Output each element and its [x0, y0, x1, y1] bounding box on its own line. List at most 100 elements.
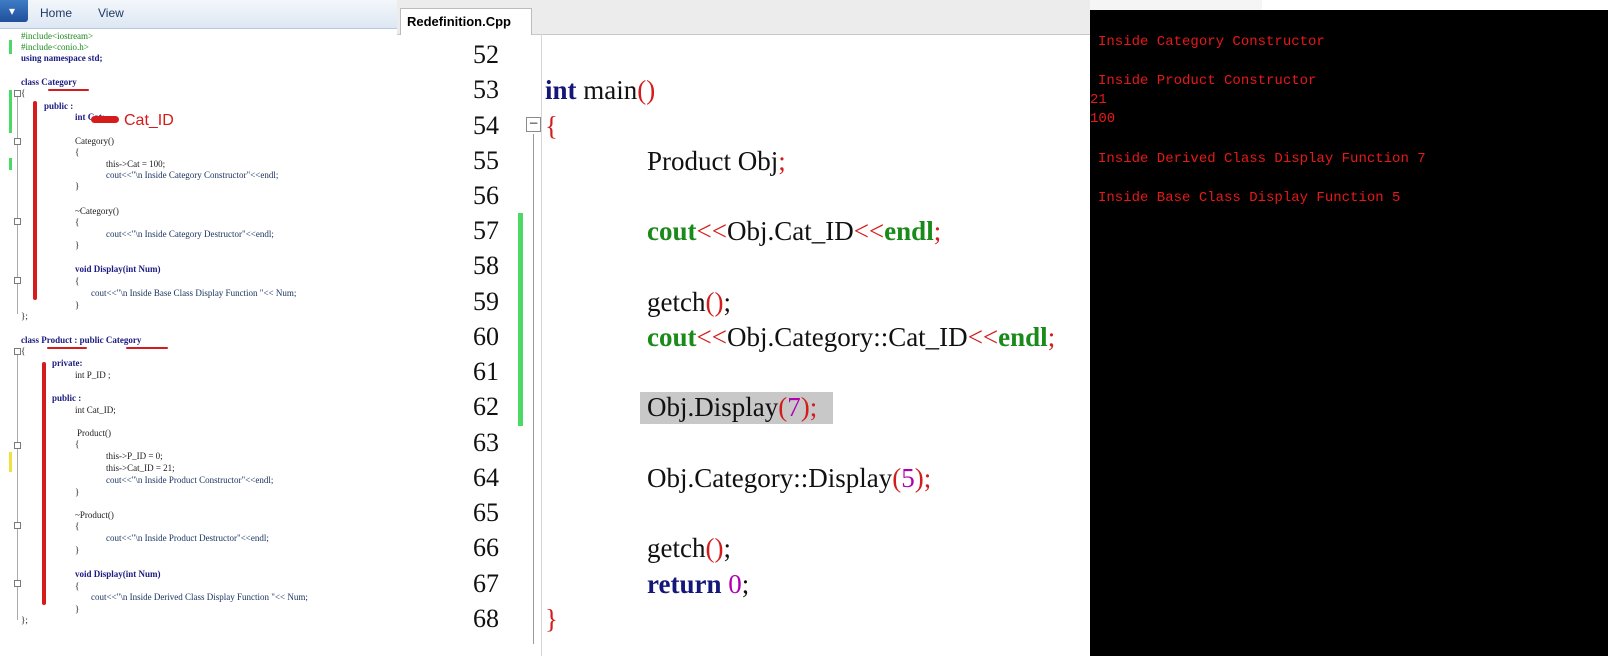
fold-toggle-icon[interactable] — [14, 442, 21, 449]
code-line: { — [75, 521, 80, 531]
line-number: 64 — [473, 463, 499, 492]
fold-toggle-icon[interactable] — [14, 218, 21, 225]
code-line-67[interactable]: return 0; — [647, 569, 749, 599]
code-line: { — [75, 581, 80, 591]
code-line: { — [21, 88, 26, 98]
fold-toggle-icon[interactable] — [14, 277, 21, 284]
code-line: { — [75, 217, 80, 227]
fold-toggle-icon[interactable] — [14, 90, 21, 97]
fold-toggle-icon[interactable] — [14, 522, 21, 529]
fold-line — [533, 134, 534, 644]
code-line: } — [75, 240, 80, 250]
line-number: 65 — [473, 498, 499, 527]
console-line: Inside Derived Class Display Function 7 — [1098, 151, 1426, 167]
ribbon-tab-home[interactable]: Home — [40, 6, 72, 20]
code-line: int Cat_ID; — [75, 405, 116, 415]
code-line: #include<iostream> — [21, 31, 94, 41]
code-line: } — [75, 300, 80, 310]
change-marker — [518, 213, 523, 426]
fold-toggle-icon[interactable] — [14, 580, 21, 587]
editor-tab-bar: Redefinition.Cpp — [397, 0, 1090, 35]
line-number: 60 — [473, 322, 499, 351]
code-line: void Display(int Num) — [75, 264, 161, 274]
code-line: cout<<"\n Inside Base Class Display Func… — [91, 288, 297, 298]
code-line: }; — [21, 311, 28, 321]
code-line: this->Cat_ID = 21; — [106, 463, 175, 473]
code-line-60[interactable]: cout<<Obj.Category::Cat_ID<<endl; — [647, 322, 1055, 352]
line-number: 61 — [473, 357, 499, 386]
annotation-underline — [48, 89, 89, 91]
code-line: this->Cat = 100; — [106, 159, 166, 169]
line-number: 66 — [473, 533, 499, 562]
code-line: { — [75, 276, 80, 286]
console-line: 21 — [1090, 92, 1107, 108]
code-line: ~Category() — [75, 206, 119, 216]
line-number: 54 — [473, 111, 499, 140]
line-number: 67 — [473, 569, 499, 598]
fold-toggle-icon[interactable] — [14, 348, 21, 355]
code-line: #include<conio.h> — [21, 42, 89, 52]
fold-collapse-icon[interactable]: − — [526, 117, 541, 132]
change-marker — [9, 90, 12, 133]
code-line-66[interactable]: getch(); — [647, 533, 731, 563]
annotation-bracket — [42, 362, 46, 605]
line-number: 68 — [473, 604, 499, 633]
line-number: 57 — [473, 216, 499, 245]
fold-toggle-icon[interactable] — [14, 138, 21, 145]
annotation-underline — [126, 347, 168, 349]
code-line: class Product : public Category — [21, 335, 142, 345]
code-line: { — [75, 147, 80, 157]
code-line: int P_ID ; — [75, 370, 111, 380]
console-line: Inside Category Constructor — [1098, 34, 1325, 50]
change-marker — [9, 40, 12, 54]
code-line-59[interactable]: getch(); — [647, 287, 731, 317]
code-line: cout<<"\n Inside Product Constructor"<<e… — [106, 475, 274, 485]
code-line-54[interactable]: { — [545, 111, 558, 141]
code-line-57[interactable]: cout<<Obj.Cat_ID<<endl; — [647, 216, 941, 246]
console-output: Inside Category Constructor Inside Produ… — [1090, 10, 1608, 656]
dropdown-arrow-icon: ▾ — [9, 4, 16, 18]
code-line: { — [75, 439, 80, 449]
line-number: 62 — [473, 392, 499, 421]
ribbon-tab-view[interactable]: View — [98, 6, 124, 20]
line-number: 52 — [473, 40, 499, 69]
code-line: void Display(int Num) — [75, 569, 161, 579]
annotation-scribble — [91, 116, 119, 123]
code-line-62[interactable]: Obj.Display(7); — [647, 392, 817, 422]
code-line: public : — [44, 101, 74, 111]
app-menu-button[interactable]: ▾ — [0, 0, 28, 22]
code-line: public : — [52, 393, 82, 403]
code-line: this->P_ID = 0; — [106, 451, 163, 461]
code-line: } — [75, 545, 80, 555]
code-line-55[interactable]: Product Obj; — [647, 146, 786, 176]
ribbon-bar: ▾ Home View — [0, 0, 397, 29]
console-line: Inside Product Constructor — [1098, 73, 1317, 89]
change-marker — [9, 452, 12, 472]
code-line-53[interactable]: int main() — [545, 75, 655, 105]
tab-redefinition-cpp[interactable]: Redefinition.Cpp — [400, 8, 532, 35]
code-line: private: — [52, 358, 83, 368]
console-line: Inside Base Class Display Function 5 — [1098, 190, 1401, 206]
gutter-separator — [541, 34, 542, 656]
annotation-text: Cat_ID — [124, 112, 174, 129]
line-number: 53 — [473, 75, 499, 104]
code-line-64[interactable]: Obj.Category::Display(5); — [647, 463, 931, 493]
code-line: Category() — [75, 136, 114, 146]
code-line: cout<<"\n Inside Product Destructor"<<en… — [106, 533, 269, 543]
code-line: cout<<"\n Inside Category Destructor"<<e… — [106, 229, 274, 239]
line-number: 58 — [473, 251, 499, 280]
code-editor: Redefinition.Cpp − 52 53 54 55 56 57 58 … — [397, 0, 1090, 656]
console-line: 100 — [1090, 111, 1116, 127]
code-line: } — [75, 487, 80, 497]
change-marker — [9, 158, 12, 170]
code-line: using namespace std; — [21, 53, 103, 63]
code-line: } — [75, 604, 80, 614]
left-code-pane: ▾ Home View #include<iostream> #include<… — [0, 0, 398, 656]
code-line: ~Product() — [75, 510, 114, 520]
code-line-68[interactable]: } — [545, 604, 558, 634]
line-number: 55 — [473, 146, 499, 175]
line-number: 59 — [473, 287, 499, 316]
code-line: { — [21, 346, 26, 356]
code-line: }; — [21, 615, 28, 625]
line-number: 56 — [473, 181, 499, 210]
